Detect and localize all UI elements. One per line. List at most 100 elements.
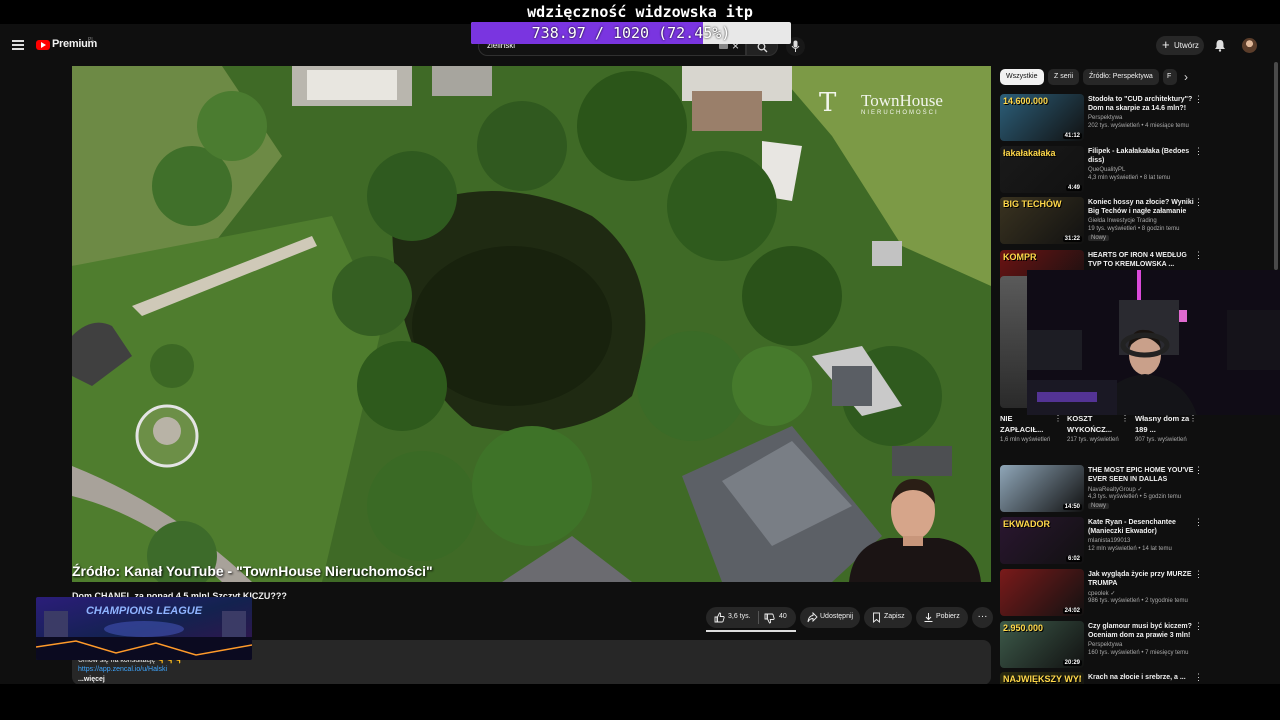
- new-badge: Nowy: [1088, 235, 1110, 241]
- notifications-bell-icon[interactable]: [1214, 39, 1226, 52]
- recommendation-item[interactable]: EKWADOR 6:02 Kate Ryan - Desenchantee (Man…: [1000, 517, 1204, 565]
- recommendation-thumbnail[interactable]: EKWADOR 6:02: [1000, 517, 1084, 564]
- stream-goal-progress-bar: 738.97 / 1020 (72.45%): [471, 22, 791, 44]
- recommendation-title[interactable]: Krach na złocie i srebrze, a ...: [1088, 673, 1194, 682]
- view-meta: 19 tys. wyświetleń • 8 godzin temu: [1088, 226, 1180, 232]
- short-menu-icon[interactable]: ⋮: [1189, 414, 1197, 423]
- thumbs-down-icon[interactable]: [764, 613, 775, 624]
- townhouse-logo-icon: T: [819, 88, 837, 118]
- chip-source[interactable]: Źródło: Perspektywa: [1083, 69, 1159, 85]
- thumbnail-text: KOMPR: [1003, 252, 1037, 262]
- chevron-right-icon[interactable]: ›: [1184, 70, 1188, 84]
- video-duration: 4:49: [1065, 185, 1082, 191]
- channel-name[interactable]: QueQualityPL: [1088, 167, 1125, 173]
- streamer-webcam-overlay: [1027, 270, 1280, 415]
- recommendation-title[interactable]: Kate Ryan - Desenchantee (Manieczki Ekwa…: [1088, 518, 1194, 536]
- banner-logo-text: CHAMPIONS LEAGUE: [86, 605, 203, 617]
- like-divider: [758, 611, 759, 624]
- sidebar-scrollbar[interactable]: [1274, 62, 1278, 270]
- thumbnail-text: łakałakałaka: [1003, 148, 1056, 158]
- download-button[interactable]: Pobierz: [916, 607, 968, 628]
- recommendation-title[interactable]: Stodoła to "CUD architektury"? Dom na sk…: [1088, 95, 1194, 113]
- menu-icon[interactable]: [12, 40, 24, 50]
- more-options-icon[interactable]: ⋮: [1194, 198, 1203, 207]
- channel-name[interactable]: cpeolek ✓: [1088, 590, 1115, 597]
- youtube-logo-icon[interactable]: [36, 40, 50, 50]
- recommendation-thumbnail[interactable]: łakałakałaka 4:49: [1000, 146, 1084, 193]
- screen: { "overlay": { "goal_title": "wdzięcznoś…: [0, 0, 1280, 720]
- create-button[interactable]: Utwórz: [1156, 36, 1204, 55]
- channel-name[interactable]: Perspektywa: [1088, 642, 1122, 648]
- watermark-subtitle: NIERUCHOMOŚCI: [861, 110, 939, 116]
- more-options-icon[interactable]: ⋮: [1194, 518, 1203, 527]
- video-duration: 20:29: [1062, 660, 1082, 666]
- short-title[interactable]: KOSZT WYKOŃCZ...: [1067, 413, 1123, 435]
- video-player[interactable]: T TownHouse NIERUCHOMOŚCI Źródło: Kanał …: [72, 66, 991, 582]
- channel-name[interactable]: Perspektywa: [1088, 115, 1122, 121]
- save-button[interactable]: Zapisz: [864, 607, 912, 628]
- thumbs-up-icon[interactable]: [714, 612, 725, 623]
- letterbox-bottom: [0, 684, 1280, 720]
- watermark-title: TownHouse: [861, 91, 943, 110]
- recommendation-thumbnail[interactable]: 14.600.000 41:12: [1000, 94, 1084, 141]
- more-actions-button[interactable]: ···: [972, 607, 993, 628]
- recommendation-title[interactable]: Koniec hossy na złocie? Wyniki Big Techó…: [1088, 198, 1194, 216]
- chip-all[interactable]: Wszystkie: [1000, 69, 1044, 85]
- champions-league-banner-image: CHAMPIONS LEAGUE: [36, 597, 252, 660]
- short-title[interactable]: Własny dom za 189 ...: [1135, 413, 1191, 435]
- more-options-icon[interactable]: ⋮: [1194, 673, 1203, 682]
- more-options-icon[interactable]: ⋮: [1194, 251, 1203, 260]
- thumbnail-text: 2.950.000: [1003, 623, 1044, 633]
- stream-goal-title: wdzięczność widzowska itp: [0, 0, 1280, 24]
- short-views: 907 tys. wyświetleń: [1135, 437, 1187, 443]
- recommendation-item[interactable]: 24:02 Jak wygląda życie przy MURZE TRUMPA…: [1000, 569, 1204, 617]
- more-options-icon[interactable]: ⋮: [1194, 147, 1203, 156]
- microphone-icon: [791, 40, 800, 52]
- recommendation-title[interactable]: Jak wygląda życie przy MURZE TRUMPA: [1088, 570, 1194, 588]
- thumbnail-text: NAJWIĘKSZY WYNIKI: [1003, 674, 1081, 684]
- more-options-icon[interactable]: ⋮: [1194, 466, 1203, 475]
- video-duration: 14:50: [1062, 504, 1082, 510]
- view-meta: 202 tys. wyświetleń • 4 miesiące temu: [1088, 123, 1189, 129]
- recommendation-thumbnail[interactable]: 2.950.000 20:29: [1000, 621, 1084, 668]
- recommendation-item[interactable]: 2.950.000 20:29 Czy glamour musi być kicze…: [1000, 621, 1204, 669]
- channel-name[interactable]: mlanista199013: [1088, 538, 1130, 544]
- recommendation-thumbnail[interactable]: 14:50: [1000, 465, 1084, 512]
- recommendation-item[interactable]: BIG TECHÓW 31:22 Koniec hossy na złocie? W…: [1000, 197, 1204, 245]
- view-meta: 160 tys. wyświetleń • 7 miesięcy temu: [1088, 650, 1189, 656]
- more-options-icon[interactable]: ⋮: [1194, 95, 1203, 104]
- dislike-count[interactable]: 40: [779, 613, 787, 620]
- show-more-link[interactable]: ...więcej: [78, 676, 105, 683]
- source-caption: Źródło: Kanał YouTube - "TownHouse Nieru…: [72, 563, 433, 579]
- recommendation-item[interactable]: 14.600.000 41:12 Stodoła to "CUD architekt…: [1000, 94, 1204, 142]
- channel-name[interactable]: Giełda Inwestycje Trading: [1088, 218, 1157, 224]
- recommendation-title[interactable]: HEARTS OF IRON 4 WEDŁUG TVP TO KREMLOWSK…: [1088, 251, 1194, 269]
- new-badge: Nowy: [1088, 503, 1110, 509]
- video-duration: 31:22: [1062, 236, 1082, 242]
- short-menu-icon[interactable]: ⋮: [1121, 414, 1129, 423]
- account-avatar[interactable]: [1242, 38, 1257, 53]
- recommendation-title[interactable]: Filipek - Łakałakałaka (Bedoes diss): [1088, 147, 1194, 165]
- short-title[interactable]: NIE ZAPŁACIŁ...: [1000, 413, 1056, 435]
- recommendation-title[interactable]: THE MOST EPIC HOME YOU'VE EVER SEEN IN D…: [1088, 466, 1194, 484]
- recommendation-item[interactable]: łakałakałaka 4:49 Filipek - Łakałakałaka (…: [1000, 146, 1204, 194]
- chip-truncated[interactable]: F: [1163, 69, 1177, 85]
- more-options-icon[interactable]: ⋮: [1194, 622, 1203, 631]
- more-options-icon[interactable]: ⋮: [1194, 570, 1203, 579]
- share-button[interactable]: Udostępnij: [800, 607, 860, 628]
- thumbnail-text: BIG TECHÓW: [1003, 199, 1062, 209]
- like-count[interactable]: 3,6 tys.: [728, 613, 751, 620]
- recommendation-title[interactable]: Czy glamour musi być kiczem? Oceniam dom…: [1088, 622, 1194, 640]
- recommendation-thumbnail[interactable]: 24:02: [1000, 569, 1084, 616]
- recommendation-item[interactable]: 14:50 THE MOST EPIC HOME YOU'VE EVER SEEN…: [1000, 465, 1204, 513]
- channel-name[interactable]: NavaRealtyGroup ✓: [1088, 486, 1142, 493]
- video-duration: 24:02: [1062, 608, 1082, 614]
- short-menu-icon[interactable]: ⋮: [1054, 414, 1062, 423]
- streamer-facecam: [849, 478, 981, 582]
- recommendation-thumbnail[interactable]: BIG TECHÓW 31:22: [1000, 197, 1084, 244]
- description-link[interactable]: https://app.zencal.io/u/Halski: [78, 666, 167, 673]
- short-views: 217 tys. wyświetleń: [1067, 437, 1119, 443]
- video-duration: 41:12: [1062, 133, 1082, 139]
- chip-series[interactable]: Z serii: [1048, 69, 1080, 85]
- share-icon: [807, 612, 818, 623]
